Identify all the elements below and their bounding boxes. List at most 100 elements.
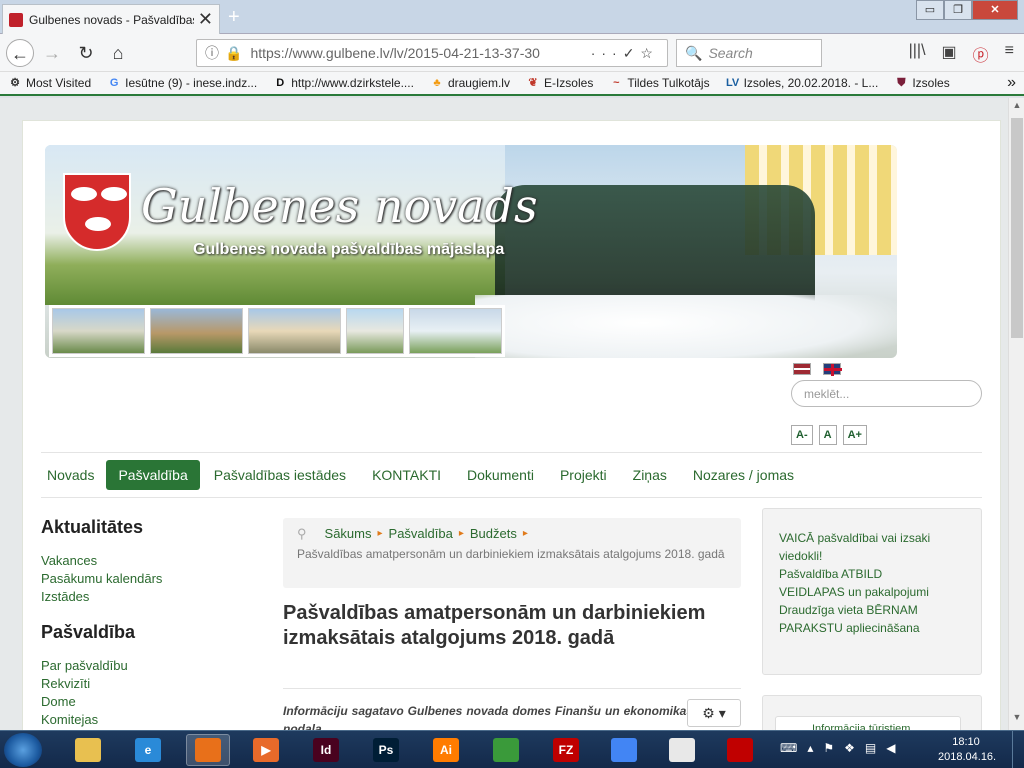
explorer-icon[interactable] bbox=[66, 734, 110, 766]
thumbnail-image[interactable] bbox=[52, 308, 145, 354]
acrobat-icon[interactable] bbox=[718, 734, 762, 766]
address-bar[interactable]: ⓘ 🔒 https://www.gulbene.lv/lv/2015-04-21… bbox=[196, 39, 668, 67]
bookmark-item[interactable]: Dhttp://www.dzirkstele.... bbox=[273, 76, 414, 90]
chrome-icon-glyph bbox=[611, 738, 637, 762]
quick-link[interactable]: VEIDLAPAS un pakalpojumi bbox=[779, 583, 965, 601]
quick-link[interactable]: Pašvaldība ATBILD bbox=[779, 565, 965, 583]
pinterest-icon[interactable]: ⓟ bbox=[973, 42, 989, 66]
scroll-down-arrow-icon[interactable]: ▼ bbox=[1009, 712, 1024, 728]
nav-item-zi-as[interactable]: Ziņas bbox=[633, 461, 667, 489]
sidebar-link-par-pasvaldibu[interactable]: Par pašvaldību bbox=[41, 657, 241, 675]
quick-link[interactable]: PARAKSTU apliecināšana bbox=[779, 619, 965, 637]
breadcrumb-link-pasvaldiba[interactable]: Pašvaldība bbox=[389, 526, 453, 542]
illustrator-icon[interactable]: Ai bbox=[424, 734, 468, 766]
tray-expand-icon[interactable]: ▴ bbox=[807, 741, 813, 755]
bookmark-item[interactable]: ♣ draugiem.lv bbox=[430, 76, 510, 90]
thumbnail-image[interactable] bbox=[409, 308, 502, 354]
bookmark-item[interactable]: G Iesūtne (9) - inese.indz... bbox=[107, 76, 257, 90]
close-window-button[interactable]: ✕ bbox=[972, 0, 1018, 20]
dropbox-icon[interactable]: ❖ bbox=[844, 741, 855, 755]
clock[interactable]: 18:10 2018.04.16. bbox=[938, 735, 996, 765]
nav-item-pa-vald-bas-iest-des[interactable]: Pašvaldības iestādes bbox=[214, 461, 346, 489]
url-text[interactable]: https://www.gulbene.lv/lv/2015-04-21-13-… bbox=[250, 45, 590, 61]
firefox-icon[interactable] bbox=[186, 734, 230, 766]
sidebar-link-rekviziti[interactable]: Rekvizīti bbox=[41, 675, 241, 693]
font-increase-button[interactable]: A+ bbox=[842, 425, 867, 445]
main-navigation: Novads Pašvaldība Pašvaldības iestādes KONT… bbox=[41, 452, 982, 498]
font-normal-button[interactable]: A bbox=[818, 425, 837, 445]
sidebar-link-dome[interactable]: Dome bbox=[41, 693, 241, 711]
library-icon[interactable]: |||\ bbox=[909, 42, 926, 66]
ie-icon[interactable]: e bbox=[126, 734, 170, 766]
chrome-icon[interactable] bbox=[602, 734, 646, 766]
page-scrollbar[interactable]: ▲ ▼ bbox=[1008, 98, 1024, 730]
browser-tab[interactable]: Gulbenes novads - Pašvaldības ✕ bbox=[2, 4, 220, 34]
quick-link[interactable]: VAICĀ pašvaldībai vai izsaki viedokli! bbox=[779, 529, 965, 565]
search-input[interactable]: 🔍 Search bbox=[676, 39, 822, 67]
thumbnail-image[interactable] bbox=[150, 308, 243, 354]
back-button[interactable]: ← bbox=[6, 39, 34, 67]
bookmark-item[interactable]: ❦ E-Izsoles bbox=[526, 76, 593, 90]
nav-item-dokumenti[interactable]: Dokumenti bbox=[467, 461, 534, 489]
draugiem-icon: ♣ bbox=[433, 77, 441, 89]
scrollbar-thumb[interactable] bbox=[1011, 118, 1023, 338]
filezilla-icon[interactable]: FZ bbox=[544, 734, 588, 766]
tourist-info-link[interactable]: Informācija tūristiem bbox=[775, 716, 961, 730]
sidebar-link-vakances[interactable]: Vakances bbox=[41, 552, 241, 570]
bookmark-item[interactable]: ~ Tildes Tulkotājs bbox=[609, 76, 709, 90]
sidebar-icon[interactable]: ▣ bbox=[942, 42, 957, 66]
start-button[interactable] bbox=[4, 733, 42, 767]
forward-button[interactable]: → bbox=[38, 39, 66, 67]
breadcrumb-link-budzets[interactable]: Budžets bbox=[470, 526, 517, 542]
breadcrumb-link-sakums[interactable]: Sākums bbox=[325, 526, 372, 542]
english-flag-icon[interactable] bbox=[823, 363, 842, 376]
page-actions-icon[interactable]: ···✓☆ bbox=[591, 45, 659, 62]
keyboard-icon[interactable]: ⌨ bbox=[780, 741, 797, 755]
reload-button[interactable]: ↻ bbox=[72, 39, 100, 67]
site-banner[interactable]: Gulbenes novads Gulbenes novada pašvaldī… bbox=[45, 145, 897, 358]
tab-close-icon[interactable]: ✕ bbox=[198, 9, 213, 30]
bookmark-item[interactable]: ⚙ Most Visited bbox=[8, 76, 91, 90]
bookmark-item[interactable]: ⛊ Izsoles bbox=[894, 76, 949, 90]
bookmarks-overflow-icon[interactable]: » bbox=[1007, 74, 1016, 92]
bookmark-item[interactable]: LV Izsoles, 20.02.2018. - L... bbox=[726, 76, 878, 90]
home-button[interactable]: ⌂ bbox=[104, 39, 132, 67]
menu-icon[interactable]: ≡ bbox=[1005, 42, 1014, 66]
show-desktop-button[interactable] bbox=[1012, 731, 1024, 768]
minimize-button[interactable]: ▭ bbox=[916, 0, 944, 20]
nav-item-nozares-jomas[interactable]: Nozares / jomas bbox=[693, 461, 794, 489]
network-icon[interactable]: ▤ bbox=[865, 741, 876, 755]
info-icon[interactable]: ⓘ bbox=[205, 43, 219, 63]
nav-item-novads[interactable]: Novads bbox=[47, 461, 94, 489]
article-tools-button[interactable]: ⚙ ▾ bbox=[687, 699, 741, 727]
sidebar-link-komitejas[interactable]: Komitejas bbox=[41, 711, 241, 729]
document-icon[interactable] bbox=[660, 734, 704, 766]
site-search-input[interactable]: meklēt... bbox=[791, 380, 982, 407]
scroll-up-arrow-icon[interactable]: ▲ bbox=[1009, 100, 1024, 116]
photoshop-icon[interactable]: Ps bbox=[364, 734, 408, 766]
browser-navbar: ← → ↻ ⌂ ⓘ 🔒 https://www.gulbene.lv/lv/20… bbox=[0, 34, 1024, 72]
coat-of-arms-icon bbox=[63, 173, 131, 251]
nav-item-projekti[interactable]: Projekti bbox=[560, 461, 607, 489]
maximize-button[interactable]: ❐ bbox=[944, 0, 972, 20]
latvian-flag-icon[interactable] bbox=[793, 363, 811, 375]
new-tab-button[interactable]: + bbox=[228, 6, 240, 29]
breadcrumb-arrow-icon: ▸ bbox=[377, 528, 383, 539]
quick-link[interactable]: Draudzīga vieta BĒRNAM bbox=[779, 601, 965, 619]
banner-subtitle: Gulbenes novada pašvaldības mājaslapa bbox=[193, 241, 505, 258]
thumbnail-image[interactable] bbox=[248, 308, 341, 354]
thumbnail-image[interactable] bbox=[346, 308, 404, 354]
font-decrease-button[interactable]: A- bbox=[791, 425, 813, 445]
messenger-icon[interactable] bbox=[484, 734, 528, 766]
media-player-icon[interactable]: ▶ bbox=[244, 734, 288, 766]
volume-icon[interactable]: ◀ bbox=[886, 741, 895, 755]
tourist-info-box: Informācija tūristiem bbox=[762, 695, 982, 730]
nav-item-pa-vald-ba[interactable]: Pašvaldība bbox=[106, 460, 200, 490]
flag-icon[interactable]: ⚑ bbox=[823, 741, 834, 755]
sidebar-link-izstades[interactable]: Izstādes bbox=[41, 588, 241, 606]
sidebar-link-pasakumu-kalendars[interactable]: Pasākumu kalendārs bbox=[41, 570, 241, 588]
nav-item-kontakti[interactable]: KONTAKTI bbox=[372, 461, 441, 489]
lock-warning-icon: 🔒 bbox=[225, 44, 243, 61]
google-icon: G bbox=[109, 77, 119, 89]
indesign-icon[interactable]: Id bbox=[304, 734, 348, 766]
